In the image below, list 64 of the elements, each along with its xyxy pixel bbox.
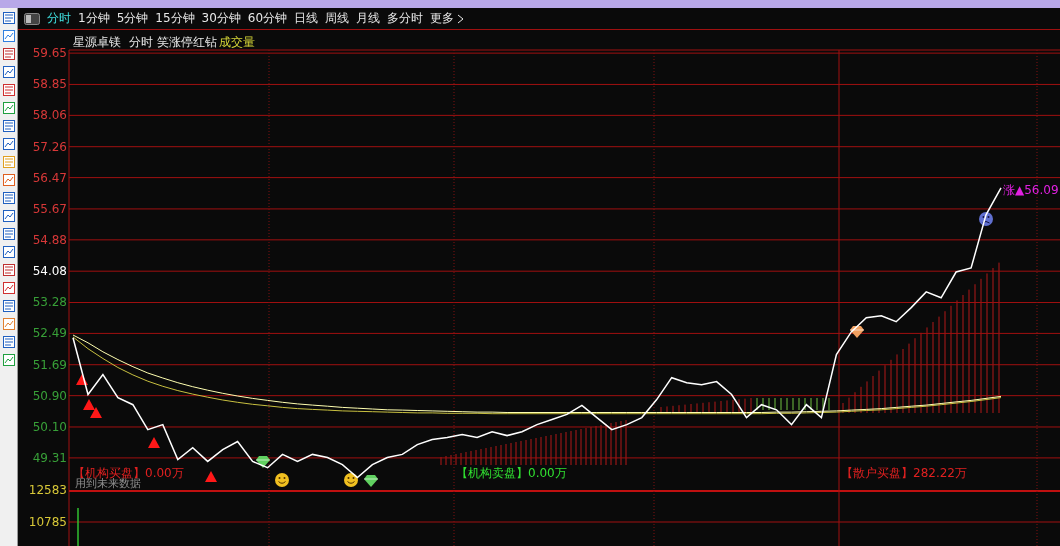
chart-tool-icon[interactable]: [2, 84, 15, 96]
chart-tool-icon[interactable]: [2, 138, 15, 150]
chart-tool-icon[interactable]: [2, 282, 15, 294]
chart-tool-icon[interactable]: [2, 228, 15, 240]
triangle-icon: [83, 399, 95, 410]
price-axis-label: 59.65: [32, 46, 67, 61]
chart-tool-icon[interactable]: [2, 120, 15, 132]
period-tab[interactable]: 日线: [294, 10, 319, 27]
volume-axis-label: 10785: [28, 515, 67, 529]
chart-tool-icon[interactable]: [2, 66, 15, 78]
chart-tool-icon[interactable]: [2, 264, 15, 276]
flow-label: 【散户买盘】282.22万: [841, 466, 967, 480]
triangle-icon: [76, 374, 88, 385]
price-axis-label: 58.85: [32, 77, 67, 92]
period-tab[interactable]: 30分钟: [201, 10, 241, 27]
period-tab[interactable]: 月线: [356, 10, 381, 27]
last-price-label: 涨▲56.09: [1003, 183, 1059, 197]
diamond-icon: [363, 475, 379, 487]
price-axis-label: 54.08: [32, 264, 67, 279]
triangle-icon: [90, 407, 102, 418]
price-axis-label: 57.26: [32, 139, 67, 154]
period-tab[interactable]: 60分钟: [247, 10, 288, 27]
warning-text: 用到未来数据: [75, 477, 141, 490]
chart-title: 星源卓镁 分时 笑涨停红钻 成交量: [73, 35, 255, 49]
volume-axis-label: 12583: [28, 483, 67, 497]
price-axis-label: 58.06: [32, 108, 67, 123]
price-axis-label: 49.31: [32, 450, 67, 465]
chart-tool-icon[interactable]: [2, 174, 15, 186]
chart-tool-icon[interactable]: [2, 354, 15, 366]
period-tab[interactable]: 15分钟: [155, 10, 195, 27]
diamond-icon: [255, 456, 271, 468]
price-axis-label: 53.28: [32, 295, 67, 310]
chevron-right-icon[interactable]: [457, 13, 465, 24]
panel-toggle-icon[interactable]: [24, 12, 40, 25]
period-tab[interactable]: 1分钟: [78, 10, 110, 27]
triangle-icon: [205, 471, 217, 482]
price-axis-label: 52.49: [32, 326, 67, 341]
sad-face-icon: [979, 212, 993, 226]
diamond-icon: [849, 326, 865, 338]
price-axis-label: 50.90: [32, 388, 67, 403]
chart-tool-icon[interactable]: [2, 210, 15, 222]
chart-tool-icon[interactable]: [2, 30, 15, 42]
chart-tool-icon[interactable]: [2, 102, 15, 114]
period-tab[interactable]: 分时: [47, 10, 71, 27]
chart-tool-icon[interactable]: [2, 246, 15, 258]
flow-label: 【机构卖盘】0.00万: [456, 466, 567, 480]
period-tab[interactable]: 周线: [325, 10, 350, 27]
smiley-icon: [344, 473, 358, 487]
price-axis-label: 51.69: [32, 357, 67, 372]
period-tab[interactable]: 多分时: [387, 10, 424, 27]
price-axis-label: 50.10: [32, 420, 67, 434]
price-axis-label: 55.67: [32, 201, 67, 216]
chart-tool-icon[interactable]: [2, 48, 15, 60]
period-tab[interactable]: 更多: [430, 10, 455, 27]
chart-tool-icon[interactable]: [2, 300, 15, 312]
price-axis-label: 54.88: [32, 232, 67, 247]
triangle-icon: [148, 437, 160, 448]
chart-tool-icon[interactable]: [2, 192, 15, 204]
smiley-icon: [275, 473, 289, 487]
chart-tool-icon[interactable]: [2, 318, 15, 330]
period-tab[interactable]: 5分钟: [116, 10, 149, 27]
chart-tool-icon[interactable]: [2, 336, 15, 348]
price-axis-label: 56.47: [32, 170, 67, 185]
chart-tool-icon[interactable]: [2, 12, 15, 24]
